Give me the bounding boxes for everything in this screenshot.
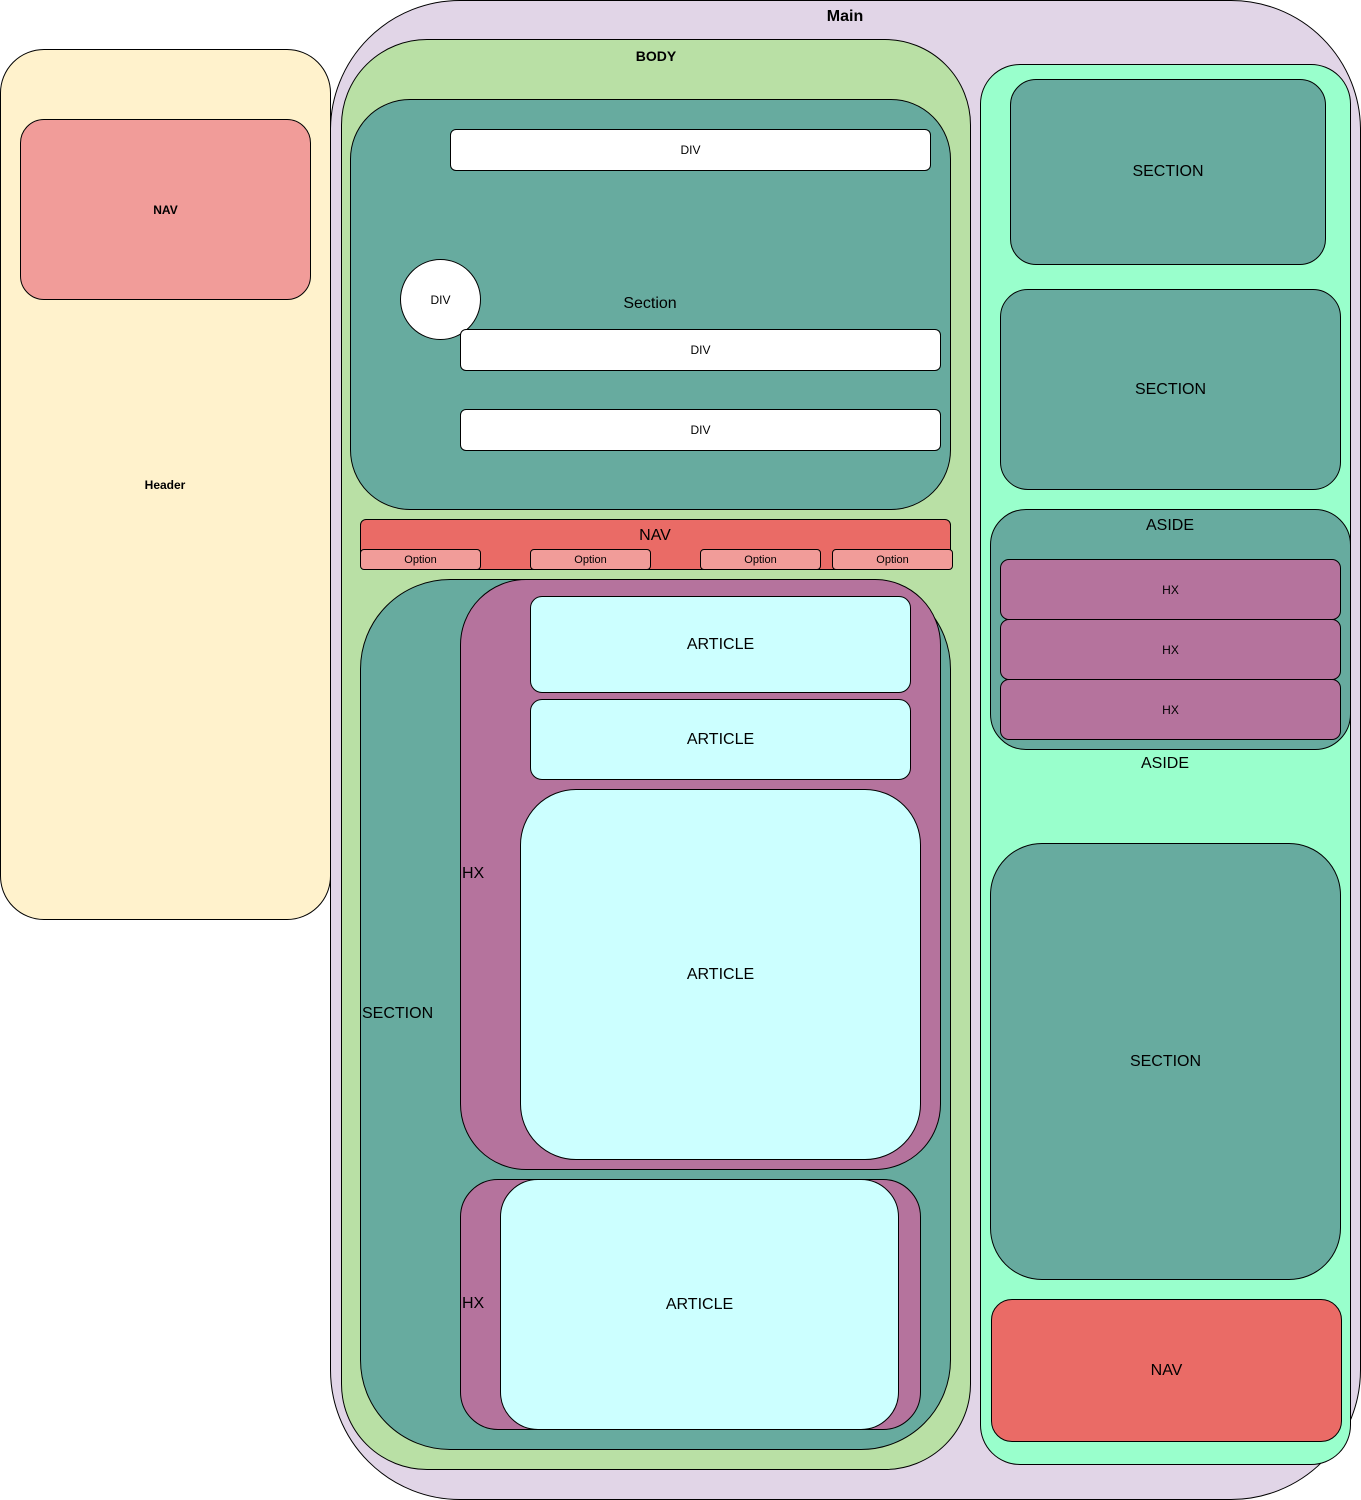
aside-section-2: SECTION xyxy=(1000,289,1341,490)
article-2: ARTICLE xyxy=(530,699,911,780)
div-block-1: DIV xyxy=(450,129,931,171)
div-block-3: DIV xyxy=(460,409,941,451)
article-4-label: ARTICLE xyxy=(665,1295,734,1313)
hx-large-label: HX xyxy=(462,865,485,882)
nav-option-4-label: Option xyxy=(876,553,909,566)
article-3-label: ARTICLE xyxy=(686,965,755,983)
header-nav-label: NAV xyxy=(153,202,178,217)
body-section-label: SECTION xyxy=(362,1005,434,1022)
article-1-label: ARTICLE xyxy=(686,635,755,653)
body-label: BODY xyxy=(635,48,677,64)
aside-inner-label: ASIDE xyxy=(1145,517,1195,534)
aside-hx-1: HX xyxy=(1000,559,1341,620)
nav-option-1-label: Option xyxy=(404,553,437,566)
article-2-label: ARTICLE xyxy=(686,730,755,748)
aside-label: ASIDE xyxy=(1140,755,1190,772)
nav-option-2-label: Option xyxy=(574,553,607,566)
nav-option-2: Option xyxy=(530,549,651,570)
body-top-section-label: Section xyxy=(623,295,677,312)
aside-section-1-label: SECTION xyxy=(1132,163,1204,180)
article-3: ARTICLE xyxy=(520,789,921,1160)
header-label: Header xyxy=(144,478,186,492)
aside-section-1: SECTION xyxy=(1010,79,1326,265)
aside-section-2-label: SECTION xyxy=(1134,380,1207,398)
div-block-2-label: DIV xyxy=(690,343,711,357)
body-nav-label: NAV xyxy=(639,527,671,544)
main-label: Main xyxy=(826,8,864,25)
header-nav-block: NAV xyxy=(20,119,311,300)
aside-hx-2-label: HX xyxy=(1162,642,1179,657)
aside-nav-block: NAV xyxy=(991,1299,1342,1442)
aside-hx-2: HX xyxy=(1000,619,1341,680)
div-circle-label: DIV xyxy=(430,292,451,307)
aside-section-3-label: SECTION xyxy=(1129,1052,1202,1070)
nav-option-3: Option xyxy=(700,549,821,570)
article-1: ARTICLE xyxy=(530,596,911,693)
div-block-1-label: DIV xyxy=(680,143,701,157)
aside-hx-3-label: HX xyxy=(1162,702,1179,717)
nav-option-1: Option xyxy=(360,549,481,570)
nav-option-3-label: Option xyxy=(744,553,777,566)
aside-hx-1-label: HX xyxy=(1162,582,1179,597)
nav-option-4: Option xyxy=(832,549,953,570)
div-block-2: DIV xyxy=(460,329,941,371)
hx-small-label: HX xyxy=(462,1295,485,1312)
aside-nav-label: NAV xyxy=(1150,1361,1183,1379)
div-circle: DIV xyxy=(400,259,481,340)
aside-section-3: SECTION xyxy=(990,843,1341,1280)
aside-hx-3: HX xyxy=(1000,679,1341,740)
article-4: ARTICLE xyxy=(500,1179,899,1430)
div-block-3-label: DIV xyxy=(690,423,711,437)
